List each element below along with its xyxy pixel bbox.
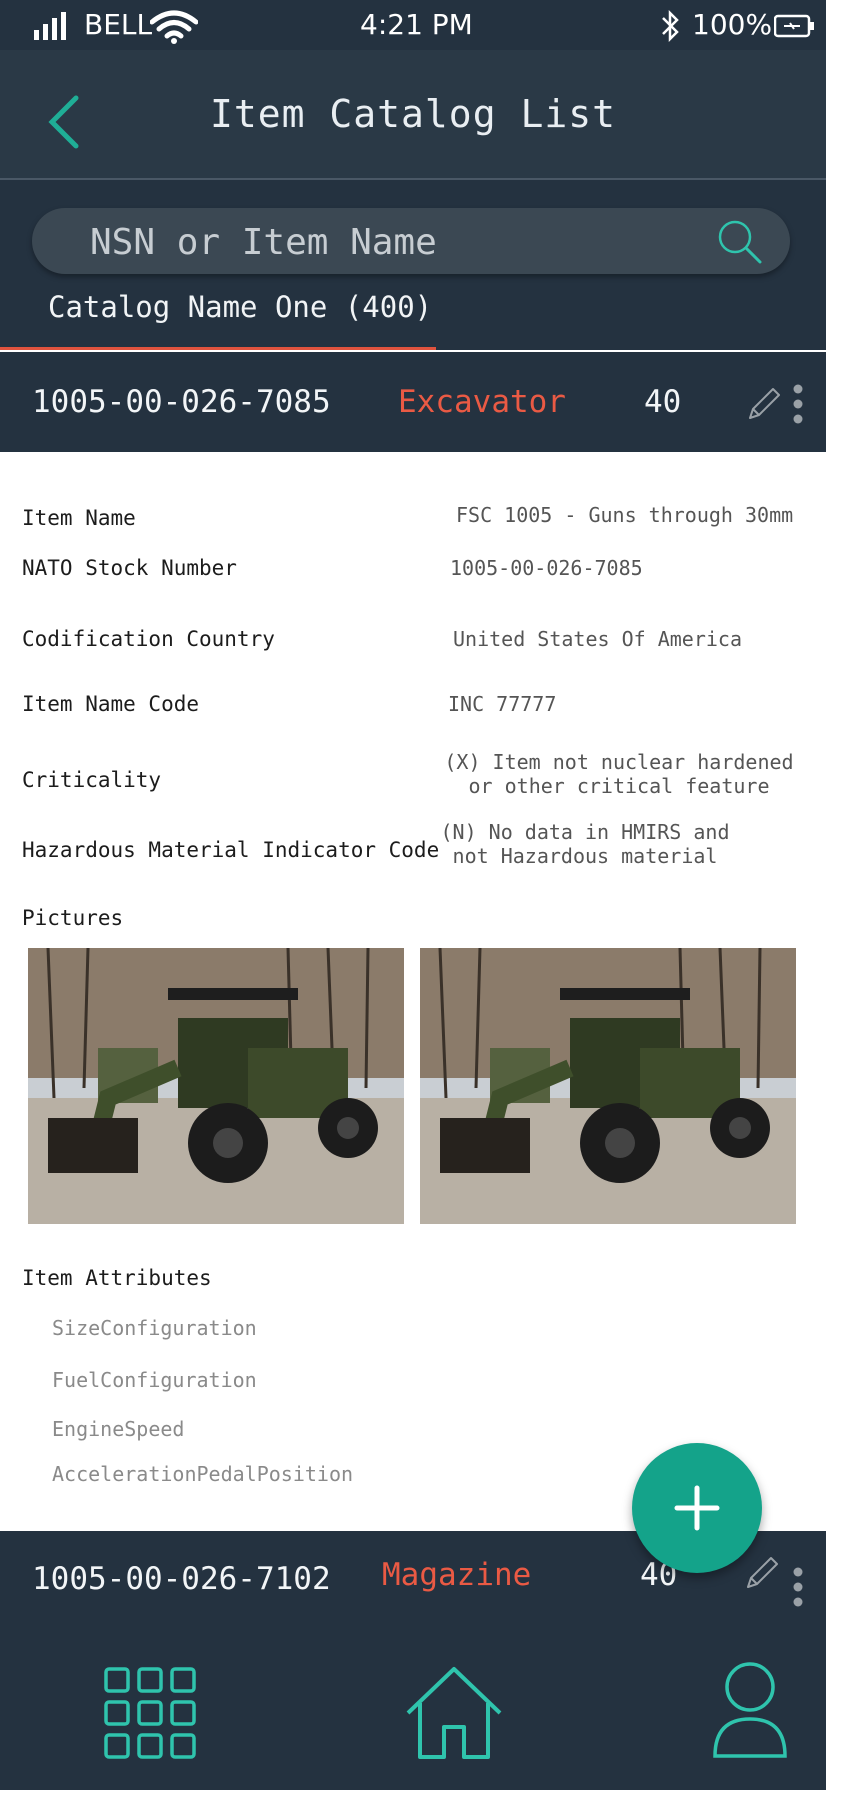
clock: 4:21 PM — [360, 8, 473, 41]
more-vertical-icon[interactable] — [792, 1567, 804, 1607]
attribute-item: AccelerationPedalPosition — [52, 1462, 354, 1486]
hazmat-value: (N) No data in HMIRS and not Hazardous m… — [440, 820, 730, 868]
carrier-label: BELL — [84, 8, 153, 41]
bottom-nav — [0, 1625, 826, 1790]
nsn-value: 1005-00-026-7085 — [450, 556, 643, 580]
item-nsn: 1005-00-026-7102 — [32, 1561, 331, 1597]
nsn-label: NATO Stock Number — [22, 556, 237, 580]
attribute-item: FuelConfiguration — [52, 1368, 257, 1392]
attribute-item: EngineSpeed — [52, 1417, 185, 1441]
grid-icon[interactable] — [104, 1667, 196, 1759]
country-value: United States Of America — [453, 627, 742, 651]
wifi-icon — [150, 10, 198, 44]
tab-catalog-name-one[interactable]: Catalog Name One (400) — [0, 276, 436, 350]
home-icon[interactable] — [404, 1665, 504, 1761]
item-nsn: 1005-00-026-7085 — [32, 384, 331, 420]
inc-label: Item Name Code — [22, 692, 200, 716]
app-header: Item Catalog List — [0, 50, 826, 180]
criticality-label: Criticality — [22, 768, 162, 792]
search-bar — [32, 208, 790, 274]
search-input[interactable] — [88, 214, 712, 270]
item-type: Magazine — [382, 1557, 532, 1593]
item-quantity: 40 — [644, 384, 682, 420]
more-vertical-icon[interactable] — [792, 384, 804, 424]
add-item-button[interactable] — [632, 1443, 762, 1573]
pictures-label: Pictures — [22, 906, 124, 930]
bluetooth-icon — [662, 10, 679, 42]
item-picture-2[interactable] — [420, 948, 796, 1224]
country-label: Codification Country — [22, 627, 275, 651]
hazmat-label: Hazardous Material Indicator Code — [22, 838, 440, 862]
item-name-label: Item Name — [22, 506, 136, 530]
user-icon[interactable] — [712, 1661, 788, 1759]
search-section: Catalog Name One (400) — [0, 180, 826, 350]
page-title: Item Catalog List — [210, 92, 616, 136]
battery-icon — [774, 14, 814, 38]
item-type: Excavator — [398, 384, 566, 420]
item-name-value: FSC 1005 - Guns through 30mm — [456, 503, 794, 527]
pencil-icon[interactable] — [746, 386, 782, 422]
item-row-expanded[interactable]: 1005-00-026-7085 Excavator 40 — [0, 352, 826, 452]
plus-icon — [674, 1485, 720, 1531]
attribute-item: SizeConfiguration — [52, 1316, 257, 1340]
search-icon[interactable] — [714, 216, 766, 268]
item-picture-1[interactable] — [28, 948, 404, 1224]
inc-value: INC 77777 — [448, 692, 557, 716]
tab-active-indicator — [0, 347, 436, 350]
battery-percent: 100% — [692, 8, 773, 41]
tab-label: Catalog Name One (400) — [48, 290, 433, 324]
attributes-label: Item Attributes — [22, 1266, 212, 1290]
signal-icon — [34, 12, 66, 40]
criticality-value: (X) Item not nuclear hardened or other c… — [444, 750, 794, 798]
status-bar: BELL 4:21 PM 100% — [0, 0, 826, 50]
